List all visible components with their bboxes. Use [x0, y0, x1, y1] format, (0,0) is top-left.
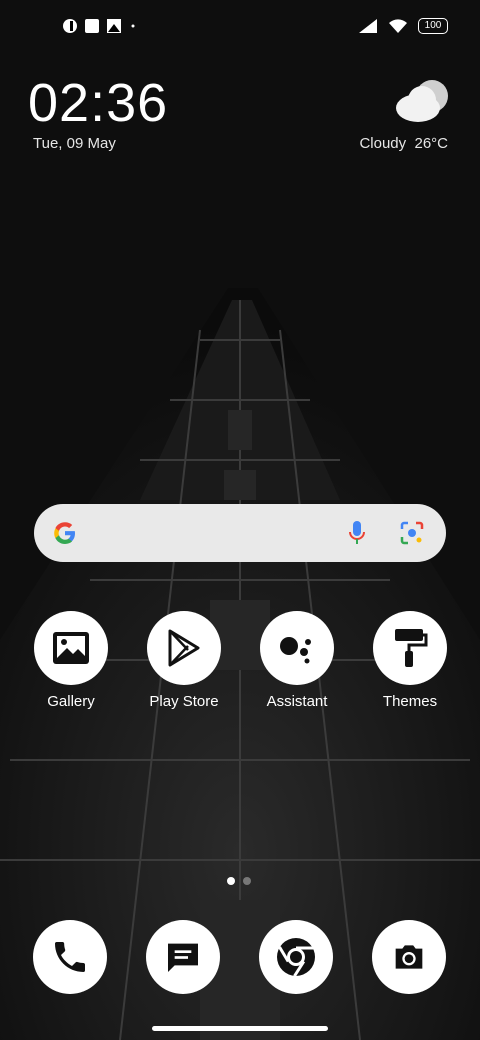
- weather-info[interactable]: Cloudy 26°C: [359, 135, 448, 152]
- page-indicator: [227, 877, 251, 885]
- weather-temperature: 26°C: [414, 135, 448, 152]
- notification-app-icon: [63, 19, 77, 33]
- gallery-icon: [34, 611, 108, 685]
- cloud-icon[interactable]: [392, 76, 450, 129]
- app-gallery[interactable]: Gallery: [21, 611, 121, 710]
- app-label: Gallery: [47, 693, 95, 710]
- lens-icon[interactable]: [400, 521, 424, 545]
- microphone-icon[interactable]: [348, 520, 366, 546]
- app-themes[interactable]: Themes: [360, 611, 460, 710]
- phone-icon[interactable]: [33, 920, 107, 994]
- page-dot-active: [227, 877, 235, 885]
- dot-icon: [131, 24, 135, 28]
- app-label: Play Store: [149, 693, 219, 710]
- page-dot: [243, 877, 251, 885]
- app-label: Themes: [382, 693, 438, 710]
- notification-icons: [62, 18, 138, 34]
- wifi-icon: [389, 19, 407, 33]
- play-store-icon: [147, 611, 221, 685]
- chrome-icon[interactable]: [259, 920, 333, 994]
- app-label: Assistant: [266, 693, 328, 710]
- paint-roller-icon: [373, 611, 447, 685]
- battery-level: 100: [424, 20, 442, 31]
- signal-icon: [359, 19, 377, 33]
- clock-date[interactable]: Tue, 09 May: [33, 135, 116, 152]
- system-icons: 100: [358, 18, 448, 34]
- google-logo-icon: [54, 522, 75, 544]
- battery-icon: 100: [418, 18, 448, 34]
- square-icon: [85, 19, 99, 33]
- status-bar: 100: [0, 14, 480, 42]
- camera-icon[interactable]: [372, 920, 446, 994]
- clock-time[interactable]: 02:36: [28, 74, 168, 132]
- image-icon: [107, 19, 121, 33]
- google-search-bar[interactable]: [34, 504, 446, 562]
- weather-condition: Cloudy: [359, 135, 407, 152]
- app-play-store[interactable]: Play Store: [134, 611, 234, 710]
- app-assistant[interactable]: Assistant: [247, 611, 347, 710]
- home-gesture-bar[interactable]: [152, 1026, 328, 1031]
- assistant-icon: [260, 611, 334, 685]
- messages-icon[interactable]: [146, 920, 220, 994]
